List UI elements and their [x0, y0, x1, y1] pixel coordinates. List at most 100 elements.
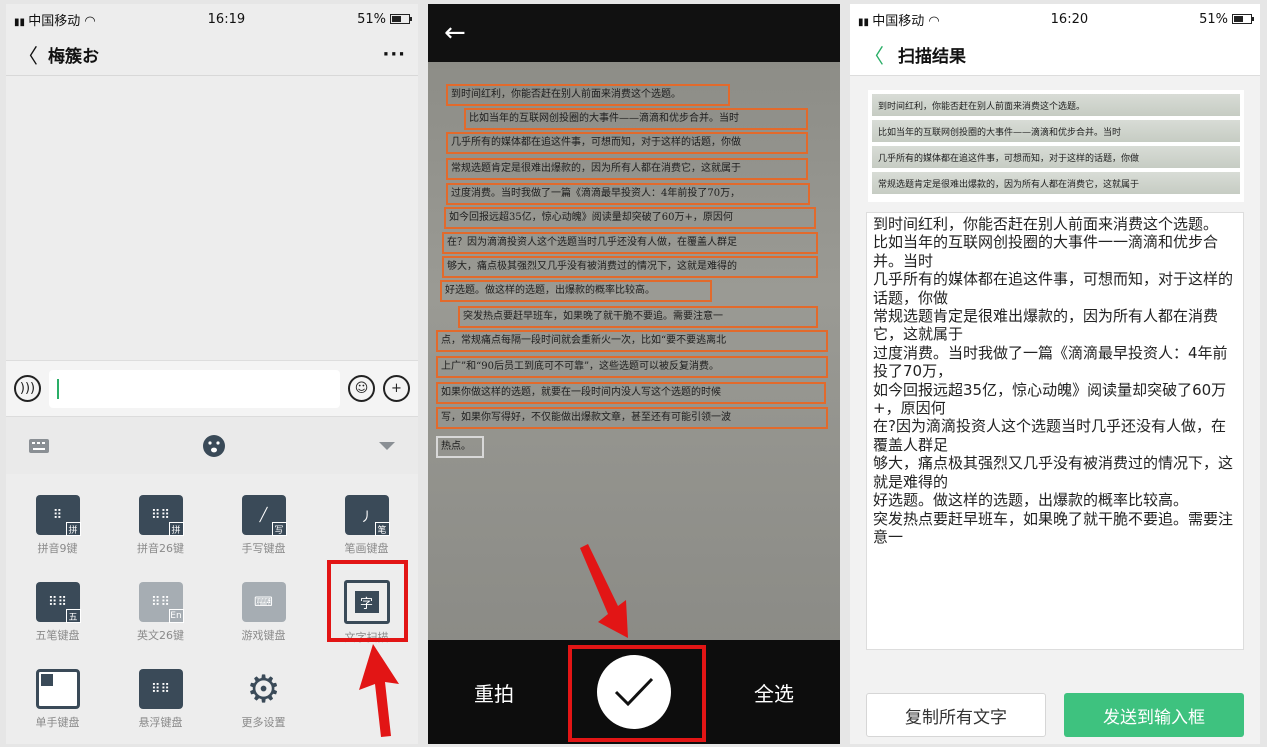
text-line[interactable]: 在？因为滴滴投资人这个选题当时几乎还没有人做，在覆盖人群足 [442, 232, 818, 254]
voice-icon[interactable]: ))) [14, 375, 41, 402]
key-label: 游戏键盘 [241, 629, 286, 642]
text-caret [57, 378, 59, 399]
back-arrow-icon[interactable]: ← [444, 18, 466, 48]
scan-result-panel: ▮▮ 中国移动 ◠ 16:20 51% 〈 扫描结果 到时间红利，你能否赶在别人… [850, 4, 1260, 744]
key-game[interactable]: ⌨ 游戏键盘 [212, 569, 315, 656]
pinyin9-icon: ⠿ 拼 [35, 495, 81, 536]
back-icon[interactable]: 〈 [864, 40, 884, 69]
select-all-button[interactable]: 全选 [754, 678, 794, 707]
text-line[interactable]: 几乎所有的媒体都在追这件事，可想而知，对于这样的话题，你做 [446, 132, 808, 154]
floating-keyboard-icon: ⠿⠿ [138, 669, 183, 709]
text-line[interactable]: 常规选题肯定是很难出爆款的，因为所有人都在消费它，这就属于 [446, 158, 808, 180]
scan-preview-panel: 到时间红利，你能否赶在别人前面来消费这个选题。 比如当年的互联网创投圈的大事件—… [428, 4, 840, 744]
clock: 16:20 [1050, 11, 1089, 27]
copy-all-button[interactable]: 复制所有文字 [866, 693, 1046, 737]
key-one-hand[interactable]: 单手键盘 [6, 656, 109, 743]
key-badge: 五 [65, 609, 81, 623]
thumb-line: 到时间红利，你能否赶在别人前面来消费这个选题。 [872, 94, 1240, 116]
signal-icon: ▮▮ [858, 16, 873, 28]
thumb-line: 常规选题肯定是很难出爆款的，因为所有人都在消费它，这就属于 [872, 172, 1240, 194]
result-text[interactable]: 到时间红利，你能否赶在别人前面来消费这个选题。 比如当年的互联网创投圈的大事件一… [866, 212, 1244, 650]
key-floating[interactable]: ⠿⠿ 悬浮键盘 [109, 656, 212, 743]
text-line[interactable]: 比如当年的互联网创投圈的大事件——滴滴和优步合并。当时 [464, 108, 808, 130]
text-line[interactable]: 热点。 [436, 436, 484, 458]
text-line[interactable]: 够大，痛点极其强烈又几乎没有被消费过的情况下，这就是难得的 [442, 256, 818, 278]
status-bar: ▮▮ 中国移动 ◠ 16:20 51% [850, 4, 1260, 34]
carrier: ▮▮ 中国移动 ◠ [14, 10, 96, 29]
key-pinyin26[interactable]: ⠿⠿ 拼拼音26键 [109, 482, 212, 569]
result-line: 到时间红利，你能否赶在别人前面来消费这个选题。 [873, 215, 1219, 233]
key-label: 手写键盘 [241, 542, 286, 555]
text-line[interactable]: 如今回报远超35亿，惊心动魄》阅读量却突破了60万+，原因何 [444, 207, 816, 229]
text-line[interactable]: 到时间红利，你能否赶在别人前面来消费这个选题。 [446, 84, 730, 106]
emoji-face-icon[interactable] [202, 434, 226, 458]
key-pinyin9[interactable]: ⠿ 拼拼音9键 [6, 482, 109, 569]
text-line[interactable]: 过度消费。当时我做了一篇《滴滴最早投资人：4年前投了70万， [446, 183, 810, 205]
emoji-icon[interactable]: ☺ [348, 375, 375, 402]
wifi-icon: ◠ [928, 13, 940, 29]
key-wubi[interactable]: ⠿⠿ 五五笔键盘 [6, 569, 109, 656]
page-title: 扫描结果 [898, 47, 966, 67]
text-line[interactable]: 点，常规痛点每隔一段时间就会重新火一次，比如“要不要逃离北 [436, 330, 828, 352]
key-english26[interactable]: ⠿⠿ En 英文26键 [109, 569, 212, 656]
key-stroke[interactable]: 丿笔笔画键盘 [315, 482, 418, 569]
chat-title: 梅簇お [48, 47, 99, 67]
scan-thumbnail: 到时间红利，你能否赶在别人前面来消费这个选题。 比如当年的互联网创投圈的大事件—… [868, 90, 1244, 202]
stroke-icon: 丿笔 [344, 495, 390, 536]
keyboard-icon[interactable] [28, 438, 50, 454]
chat-header: 〈 梅簇お ··· [6, 34, 418, 76]
key-badge: 笔 [374, 522, 390, 536]
result-line: 在?因为滴滴投资人这个选题当时几乎还没有人做，在覆盖人群足 [873, 417, 1226, 454]
more-button[interactable]: ··· [382, 44, 406, 65]
key-label: 笔画键盘 [344, 542, 389, 555]
wubi-icon: ⠿⠿ 五 [35, 582, 81, 623]
carrier-label: 中国移动 [872, 13, 925, 29]
retake-button[interactable]: 重拍 [474, 678, 514, 707]
send-to-input-button[interactable]: 发送到输入框 [1064, 693, 1244, 737]
thumb-line: 比如当年的互联网创投圈的大事件——滴滴和优步合并。当时 [872, 120, 1240, 142]
game-keyboard-icon: ⌨ [241, 582, 286, 622]
key-more-settings[interactable]: ⚙ 更多设置 [212, 656, 315, 743]
highlight-box [327, 560, 408, 642]
result-line: 比如当年的互联网创投圈的大事件一一滴滴和优步合并。当时 [873, 233, 1219, 270]
highlight-box [568, 645, 706, 742]
plus-icon[interactable]: + [383, 375, 410, 402]
key-label: 拼音9键 [37, 542, 78, 555]
red-arrow-icon [580, 544, 628, 638]
key-label: 五笔键盘 [35, 629, 80, 642]
key-handwriting[interactable]: ╱ 写手写键盘 [212, 482, 315, 569]
input-bar: ))) ☺ + [6, 360, 418, 416]
text-line[interactable]: 写，如果你写得好，不仅能做出爆款文章，甚至还有可能引领一波 [436, 407, 828, 429]
result-line: 好选题。做这样的选题，出爆款的概率比较高。 [873, 491, 1189, 510]
one-hand-icon [35, 669, 80, 709]
battery-percent: 51% [1199, 11, 1228, 27]
battery-icon [390, 14, 412, 24]
carrier: ▮▮ 中国移动 ◠ [858, 10, 940, 29]
text-line[interactable]: 上广”和“90后员工到底可不可靠”，这些选题可以被反复消费。 [436, 356, 828, 378]
key-label: 单手键盘 [35, 716, 80, 729]
result-line: 够大，痛点极其强烈又几乎没有被消费过的情况下，这就是难得的 [873, 454, 1234, 491]
signal-icon: ▮▮ [14, 16, 29, 28]
key-badge: 拼 [65, 522, 81, 536]
result-line: 几乎所有的媒体都在追这件事，可想而知，对于这样的话题，你做 [873, 270, 1234, 307]
battery-percent: 51% [357, 11, 386, 27]
message-input[interactable] [49, 369, 340, 408]
key-label: 英文26键 [137, 629, 184, 642]
text-line[interactable]: 好选题。做这样的选题，出爆款的概率比较高。 [440, 280, 712, 302]
text-line[interactable]: 突发热点要赶早班车，如果晚了就干脆不要追。需要注意一 [458, 306, 818, 328]
carrier-label: 中国移动 [28, 13, 81, 29]
key-label: 更多设置 [241, 716, 286, 729]
back-icon[interactable]: 〈 [18, 40, 38, 69]
collapse-icon[interactable] [378, 440, 396, 452]
result-line: 如今回报远超35亿，惊心动魄》阅读量却突破了60万+，原因何 [873, 380, 1227, 418]
handwriting-icon: ╱ 写 [241, 495, 287, 536]
battery-icon [1232, 14, 1254, 24]
english26-icon: ⠿⠿ En [138, 582, 184, 623]
keyboard-toolbar [6, 416, 418, 474]
text-line[interactable]: 如果你做这样的选题，就要在一段时间内没人写这个选题的时候 [436, 382, 826, 404]
result-line: 突发热点要赶早班车，如果晚了就干脆不要追。需要注意一 [873, 509, 1234, 546]
key-badge: En [168, 609, 184, 623]
key-badge: 拼 [168, 522, 184, 536]
keyboard-panel: ▮▮ 中国移动 ◠ 16:19 51% 〈 梅簇お ··· ))) ☺ + ⠿ 拼… [6, 4, 418, 744]
key-label: 悬浮键盘 [138, 716, 183, 729]
